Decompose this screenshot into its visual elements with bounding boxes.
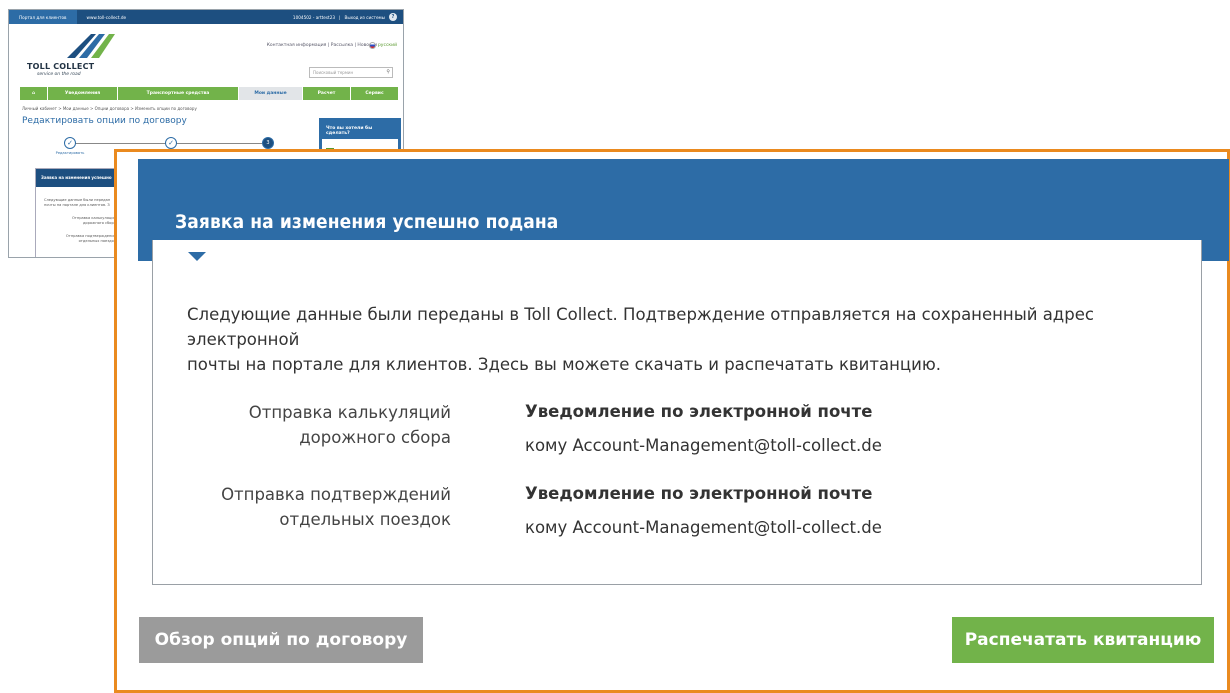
toll-collect-logo-icon[interactable] bbox=[65, 31, 117, 59]
logo-name: TOLL COLLECT bbox=[27, 62, 95, 71]
topbar-user-area: 1004502 - arttest23 | Выход из системы ? bbox=[293, 13, 403, 21]
print-receipt-button[interactable]: Распечатать квитанцию bbox=[952, 617, 1214, 663]
header-links[interactable]: Контактная информация | Рассылка | Новос… bbox=[267, 43, 377, 48]
step-label: Редактировать bbox=[55, 151, 85, 155]
breadcrumb[interactable]: Личный кабинет > Мои данные > Опции дого… bbox=[22, 106, 197, 111]
home-icon[interactable]: ⌂ bbox=[20, 87, 48, 100]
label-line: Отправка подтверждений bbox=[221, 485, 451, 504]
search-icon[interactable]: ⚲ bbox=[386, 69, 390, 75]
nav-item-service[interactable]: Сервис bbox=[351, 87, 399, 100]
nav-item-vehicles[interactable]: Транспортные средства bbox=[118, 87, 239, 100]
language-label: русский bbox=[377, 43, 397, 48]
tab-customer-portal[interactable]: Портал для клиентов bbox=[9, 10, 77, 24]
nav-item-my-data[interactable]: Мои данные bbox=[239, 87, 303, 100]
tab-website[interactable]: www.toll-collect.de bbox=[77, 15, 137, 20]
text-line: отдельных поездок bbox=[78, 239, 116, 243]
label-line: Отправка калькуляций bbox=[248, 403, 451, 422]
contract-options-overview-button[interactable]: Обзор опций по договору bbox=[139, 617, 423, 663]
card-title: Заявка на изменения успешно подана bbox=[175, 211, 559, 233]
option-value-email: кому Account-Management@toll-collect.de bbox=[525, 518, 882, 537]
portal-header: TOLL COLLECT service on the road Контакт… bbox=[9, 24, 403, 82]
check-icon: ✓ bbox=[64, 137, 76, 149]
intro-text: Следующие данные были переданы в Toll Co… bbox=[187, 302, 1197, 377]
step-number: 3 bbox=[262, 137, 274, 149]
text-line: почты на портале для клиентов. З bbox=[44, 203, 110, 207]
intro-line: Следующие данные были переданы в Toll Co… bbox=[187, 305, 1094, 349]
main-nav: ⌂ Уведомления Транспортные средства Мои … bbox=[20, 87, 399, 100]
zoomed-confirmation-card: Заявка на изменения успешно подана Следу… bbox=[114, 149, 1230, 693]
label-line: дорожного сбора bbox=[299, 428, 451, 447]
option-value-title: Уведомление по электронной почте bbox=[525, 484, 873, 503]
logo-tagline: service on the road bbox=[37, 72, 81, 77]
user-id: 1004502 - arttest23 bbox=[292, 14, 336, 20]
nav-item-billing[interactable]: Расчет bbox=[303, 87, 351, 100]
header-pointer bbox=[188, 252, 206, 261]
russian-flag-icon bbox=[368, 42, 376, 49]
option-label: Отправка подтверждений отдельных поездок bbox=[153, 482, 451, 532]
nav-item-notifications[interactable]: Уведомления bbox=[48, 87, 118, 100]
intro-line: почты на портале для клиентов. Здесь вы … bbox=[187, 355, 941, 374]
check-icon: ✓ bbox=[165, 137, 177, 149]
question-icon[interactable]: ? bbox=[389, 13, 397, 21]
option-value-email: кому Account-Management@toll-collect.de bbox=[525, 436, 882, 455]
logout-link[interactable]: Выход из системы bbox=[344, 15, 385, 20]
option-value-title: Уведомление по электронной почте bbox=[525, 402, 873, 421]
search-placeholder: Поисковый термин bbox=[313, 70, 354, 75]
text-line: дорожного сбора bbox=[82, 221, 116, 225]
topbar-separator: | bbox=[339, 14, 341, 20]
option-label: Отправка калькуляций дорожного сбора bbox=[153, 400, 451, 450]
portal-topbar: Портал для клиентов www.toll-collect.de … bbox=[9, 10, 403, 24]
step-edit[interactable]: ✓ Редактировать bbox=[40, 137, 100, 155]
page-title: Редактировать опции по договору bbox=[22, 116, 187, 126]
search-input[interactable]: Поисковый термин ⚲ bbox=[309, 67, 393, 78]
label-line: отдельных поездок bbox=[279, 510, 451, 529]
language-selector[interactable]: русский bbox=[368, 42, 397, 49]
